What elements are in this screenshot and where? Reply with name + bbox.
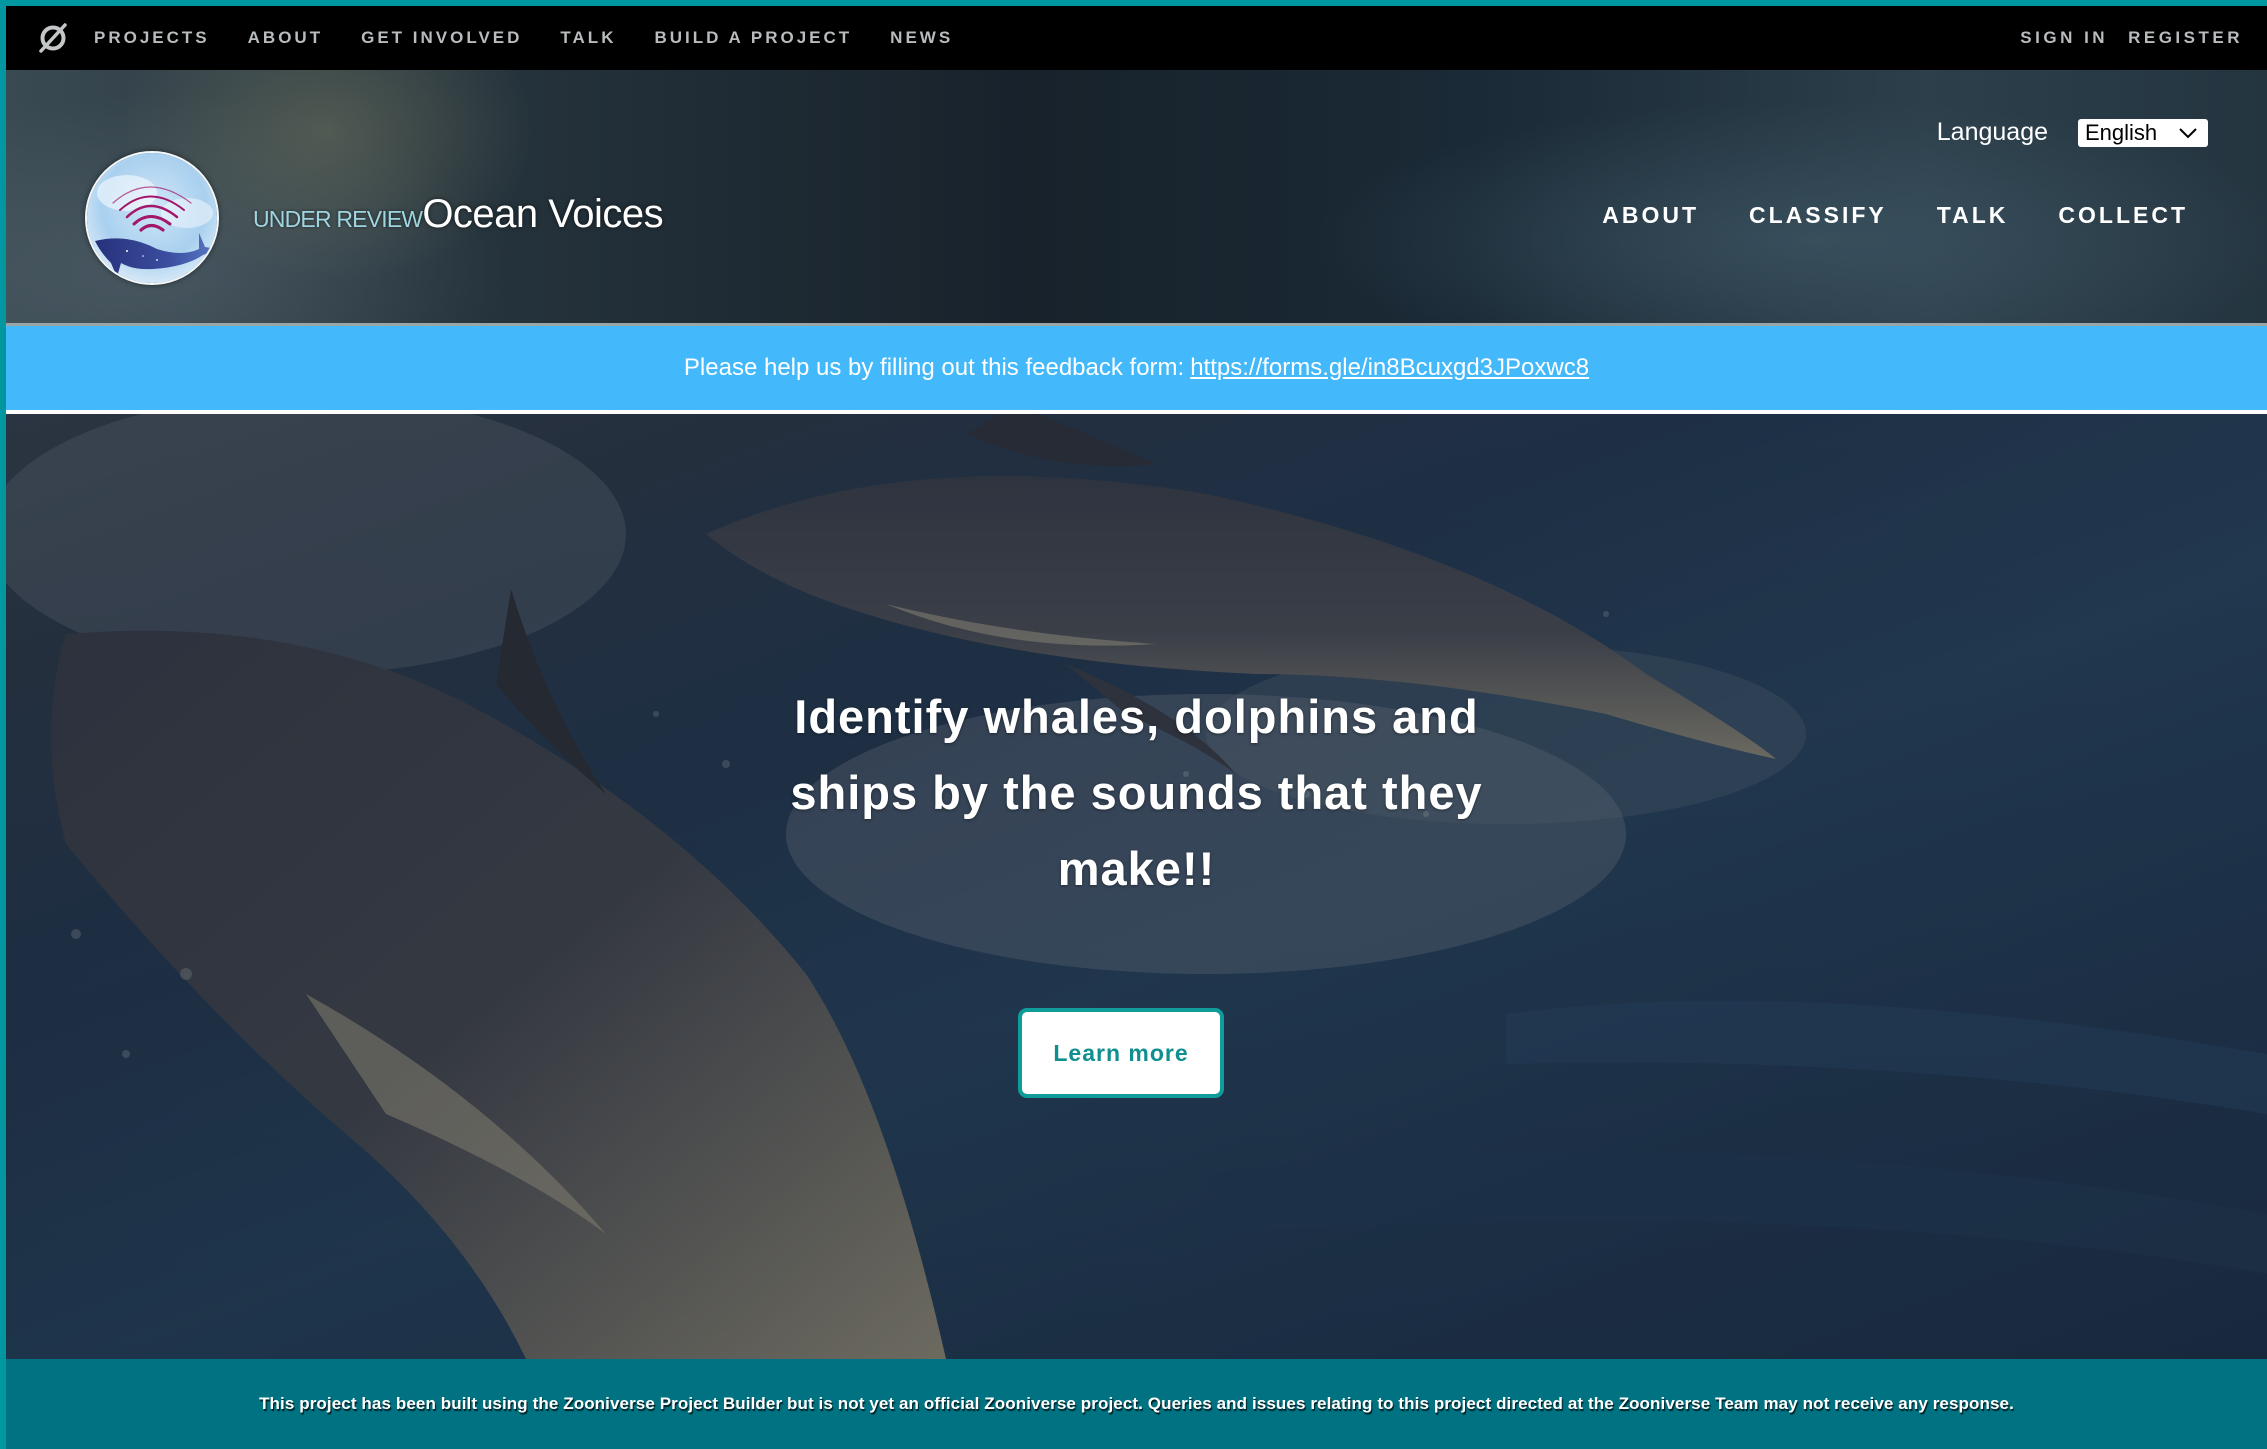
- project-header: UNDER REVIEW Ocean Voices Language Engli…: [6, 70, 2267, 326]
- chevron-down-icon: [2179, 127, 2197, 138]
- learn-more-label: Learn more: [1053, 1039, 1189, 1066]
- project-nav-talk[interactable]: TALK: [1937, 202, 2009, 229]
- page-frame: PROJECTS ABOUT GET INVOLVED TALK BUILD A…: [6, 6, 2267, 1449]
- feedback-banner-text: Please help us by filling out this feedb…: [683, 354, 1185, 381]
- project-title-link[interactable]: UNDER REVIEW Ocean Voices: [253, 192, 664, 237]
- hero-heading-line: make!!: [1057, 842, 1216, 895]
- zoo-nav-talk[interactable]: TALK: [560, 28, 616, 48]
- learn-more-button[interactable]: Learn more: [1018, 1008, 1224, 1098]
- hero-section: Identify whales, dolphins and ships by t…: [6, 414, 2267, 1359]
- language-select[interactable]: English: [2078, 118, 2208, 147]
- under-review-badge: UNDER REVIEW: [253, 206, 423, 232]
- project-builder-notice-text: This project has been built using the Zo…: [259, 1394, 2014, 1413]
- feedback-banner: Please help us by filling out this feedb…: [6, 326, 2267, 414]
- zoo-nav-build-a-project[interactable]: BUILD A PROJECT: [654, 28, 852, 48]
- project-nav-about[interactable]: ABOUT: [1602, 202, 1699, 229]
- project-nav: ABOUT CLASSIFY TALK COLLECT: [1552, 202, 2188, 229]
- project-builder-notice: This project has been built using the Zo…: [6, 1359, 2267, 1449]
- project-avatar[interactable]: [85, 151, 219, 285]
- hero-heading: Identify whales, dolphins and ships by t…: [6, 679, 2267, 907]
- zoo-nav-news[interactable]: NEWS: [890, 28, 953, 48]
- register-link[interactable]: REGISTER: [2128, 28, 2243, 48]
- auth-links: SIGN IN REGISTER: [2000, 28, 2243, 48]
- zoo-nav-about[interactable]: ABOUT: [248, 28, 323, 48]
- zoo-nav-get-involved[interactable]: GET INVOLVED: [361, 28, 522, 48]
- project-nav-classify[interactable]: CLASSIFY: [1749, 202, 1887, 229]
- project-title: Ocean Voices: [422, 192, 664, 236]
- language-picker: Language English: [1937, 118, 2208, 147]
- zooniverse-logo-icon[interactable]: [36, 21, 70, 55]
- zooniverse-top-bar: PROJECTS ABOUT GET INVOLVED TALK BUILD A…: [6, 6, 2267, 70]
- language-label: Language: [1936, 118, 2048, 146]
- sign-in-link[interactable]: SIGN IN: [2020, 28, 2108, 48]
- whale-logo-icon: [87, 153, 217, 283]
- feedback-form-link[interactable]: https://forms.gle/in8Bcuxgd3JPoxwc8: [1190, 354, 1589, 382]
- project-nav-collect[interactable]: COLLECT: [2058, 202, 2188, 229]
- hero-heading-line: Identify whales, dolphins and: [794, 690, 1479, 743]
- zoo-nav-projects[interactable]: PROJECTS: [94, 28, 210, 48]
- hero-heading-line: ships by the sounds that they: [790, 766, 1483, 819]
- zooniverse-nav: PROJECTS ABOUT GET INVOLVED TALK BUILD A…: [94, 28, 991, 48]
- language-selected-value: English: [2085, 119, 2158, 145]
